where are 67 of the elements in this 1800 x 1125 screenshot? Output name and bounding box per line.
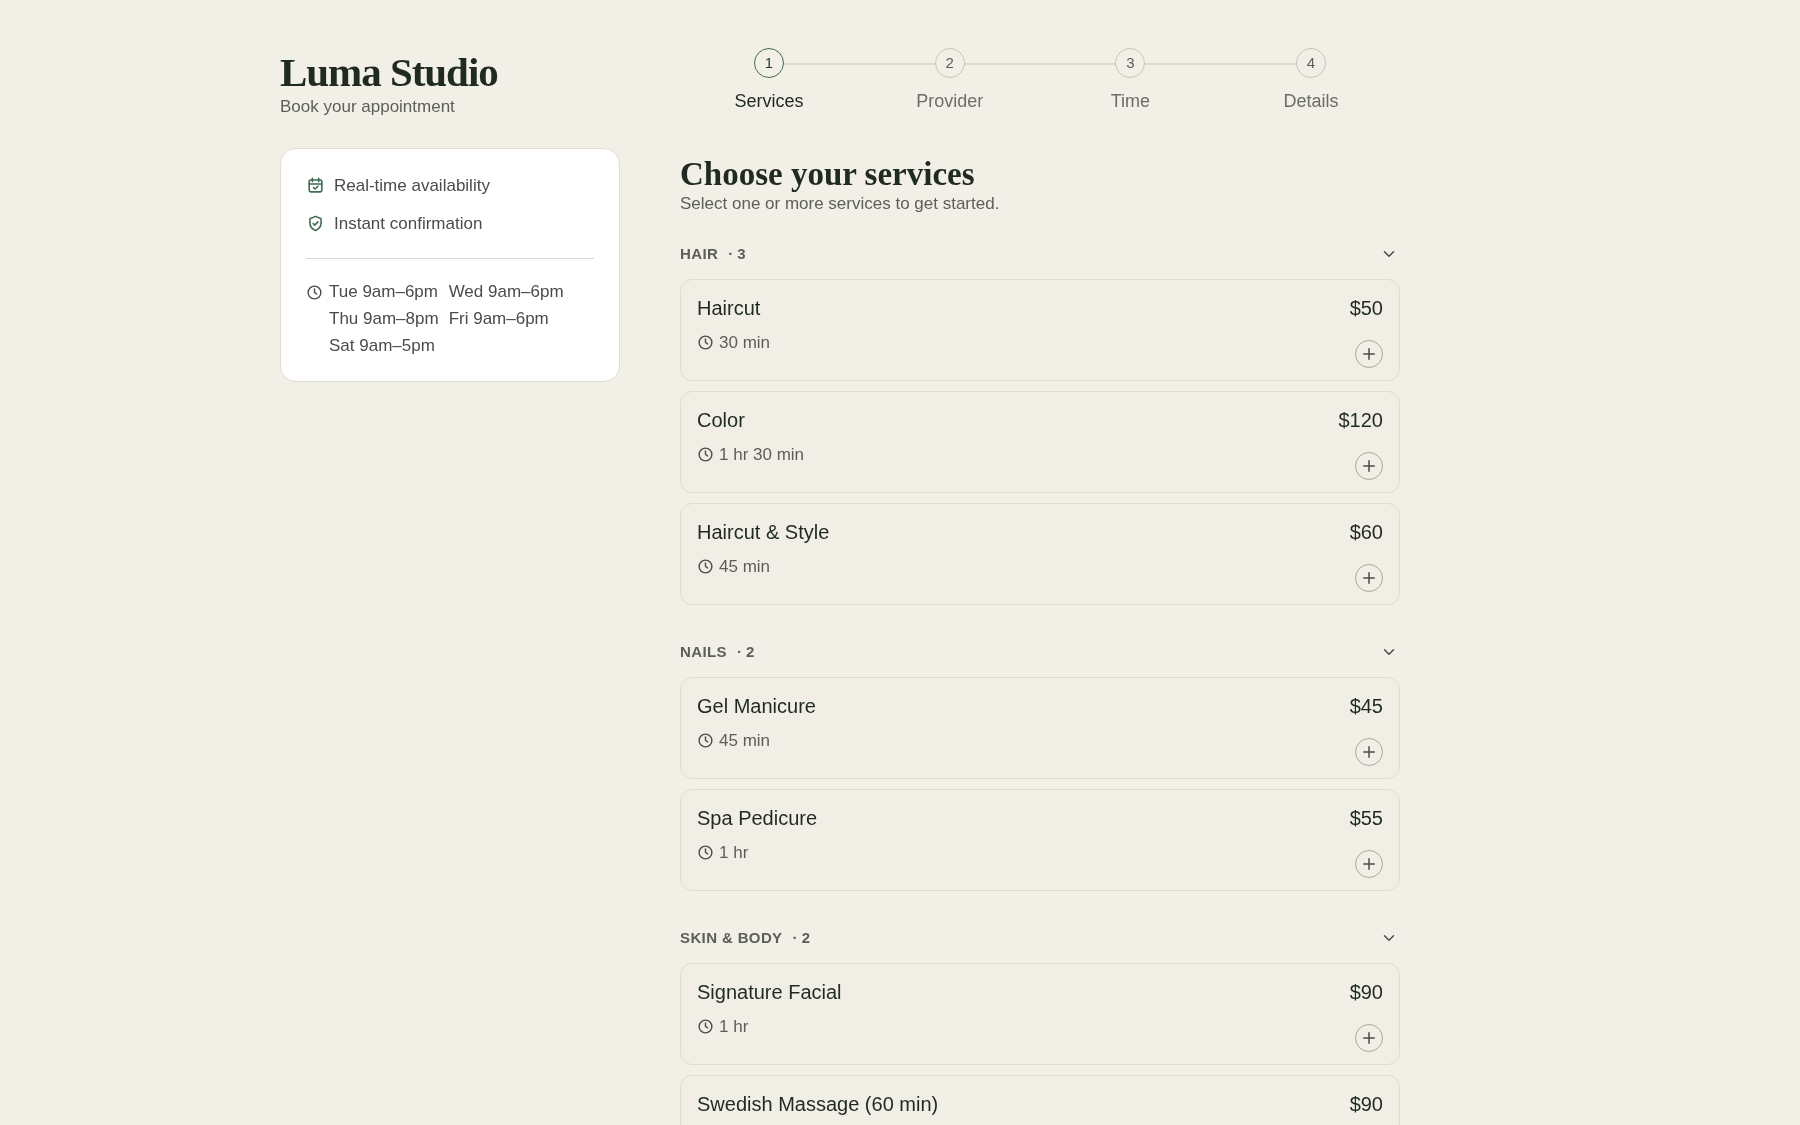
clock-icon: [697, 558, 714, 576]
clock-icon: [697, 446, 714, 464]
opening-hours: Thu 9am–8pm: [329, 308, 439, 330]
step-number[interactable]: 3: [1115, 48, 1146, 78]
service-name: Swedish Massage (60 min): [697, 1092, 939, 1116]
brand-subtitle: Book your appointment: [280, 96, 456, 118]
plus-icon: [1360, 743, 1378, 761]
service-card[interactable]: Color 1 hr 30 min $120: [680, 391, 1400, 493]
clock-icon: [697, 844, 714, 862]
step-label: Time: [1110, 90, 1150, 113]
service-price: $55: [1349, 806, 1383, 830]
category-count: · 2: [736, 641, 755, 662]
plus-icon: [1360, 457, 1378, 475]
opening-hours: Tue 9am–6pm: [329, 281, 439, 303]
brand-title: Luma Studio: [280, 48, 499, 96]
step-label: Provider: [916, 90, 984, 113]
clock-icon: [697, 1018, 714, 1036]
category-count: · 2: [792, 927, 810, 948]
service-duration: 1 hr: [719, 842, 749, 864]
service-card[interactable]: Haircut 30 min $50: [680, 279, 1400, 381]
service-duration: 45 min: [719, 730, 771, 752]
service-price: $120: [1338, 408, 1383, 432]
service-price: $90: [1349, 1092, 1383, 1116]
feature-label: Real-time availability: [334, 175, 490, 197]
category-name: NAILS: [680, 641, 727, 662]
category-name: HAIR: [680, 243, 719, 264]
category-name: SKIN & BODY: [680, 927, 783, 948]
service-price: $90: [1349, 980, 1383, 1004]
shield-check-icon: [306, 213, 325, 233]
service-card[interactable]: Signature Facial 1 hr $90: [680, 963, 1400, 1065]
step-number[interactable]: 2: [934, 48, 965, 78]
service-price: $45: [1349, 694, 1383, 718]
step-number[interactable]: 4: [1295, 48, 1326, 78]
service-name: Spa Pedicure: [697, 806, 818, 830]
opening-hours: Fri 9am–6pm: [448, 308, 550, 330]
service-name: Signature Facial: [697, 980, 842, 1004]
service-duration: 1 hr 30 min: [719, 444, 805, 466]
service-price: $60: [1349, 520, 1383, 544]
clock-icon: [697, 732, 714, 750]
service-card[interactable]: Gel Manicure 45 min $45: [680, 677, 1400, 779]
page-heading: Choose your services: [680, 155, 976, 193]
page-subheading: Select one or more services to get started.: [680, 193, 1001, 215]
service-name: Color: [697, 408, 746, 432]
plus-icon: [1360, 569, 1378, 587]
service-name: Haircut & Style: [697, 520, 830, 544]
calendar-check-icon: [306, 176, 325, 196]
service-duration: 30 min: [719, 332, 771, 354]
step-label: Details: [1283, 90, 1339, 113]
category-count: · 3: [728, 243, 746, 264]
service-price: $50: [1349, 296, 1383, 320]
step-number[interactable]: 1: [754, 48, 784, 78]
clock-icon: [697, 334, 714, 352]
plus-icon: [1360, 855, 1378, 873]
service-duration: 1 hr: [719, 1016, 749, 1038]
opening-hours: Sat 9am–5pm: [329, 335, 436, 357]
service-name: Gel Manicure: [697, 694, 816, 718]
service-card[interactable]: Spa Pedicure 1 hr $55: [680, 789, 1400, 891]
plus-icon: [1360, 345, 1378, 363]
service-duration: 45 min: [719, 556, 771, 578]
service-name: Haircut: [697, 296, 762, 320]
opening-hours: Wed 9am–6pm: [448, 281, 564, 303]
clock-icon: [306, 284, 323, 301]
service-card[interactable]: Swedish Massage (60 min) $90: [680, 1075, 1400, 1125]
plus-icon: [1360, 1029, 1378, 1047]
service-card[interactable]: Haircut & Style 45 min $60: [680, 503, 1400, 605]
feature-label: Instant confirmation: [334, 212, 483, 235]
step-label: Services: [734, 90, 804, 113]
